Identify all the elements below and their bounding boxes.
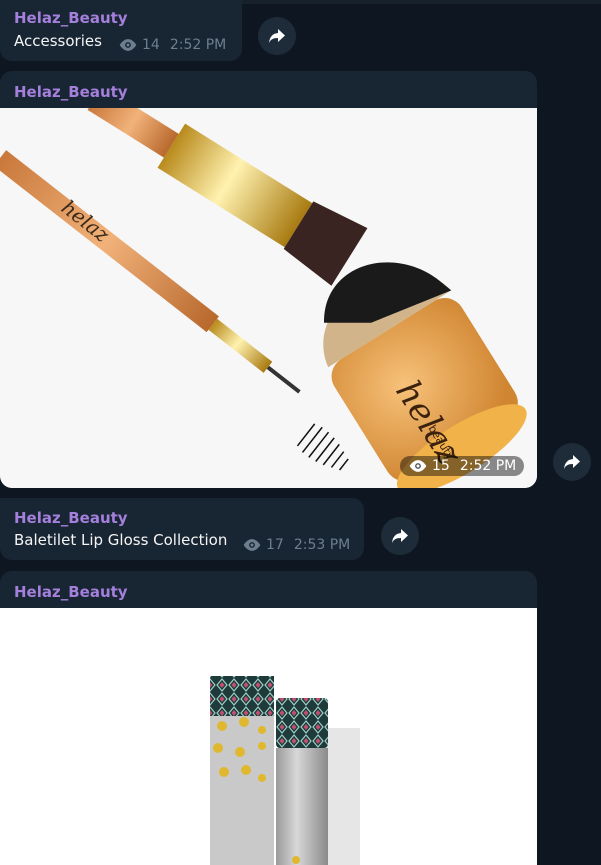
view-count: 17 [266, 537, 284, 553]
message-bubble-lip-gloss[interactable]: Helaz_Beauty Baletilet Lip Gloss Collect… [0, 498, 364, 560]
lip-gloss-image [0, 608, 537, 865]
message-time: 2:52 PM [169, 37, 227, 53]
message-meta: 17 2:53 PM [242, 537, 350, 553]
share-button[interactable] [553, 443, 591, 481]
message-text: Accessories [14, 32, 102, 50]
message-author[interactable]: Helaz_Beauty [14, 9, 128, 27]
message-author[interactable]: Helaz_Beauty [14, 583, 128, 601]
view-count: 15 [432, 458, 450, 474]
photo-meta: 15 2:52 PM [400, 456, 525, 476]
message-time: 2:53 PM [293, 537, 351, 553]
brushes-image: helaz helaz beauty [0, 108, 537, 488]
share-button[interactable] [258, 17, 296, 55]
message-bubble-photo-lipgloss[interactable]: Helaz_Beauty [0, 571, 537, 865]
message-bubble-accessories[interactable]: Helaz_Beauty Accessories 14 2:52 PM [0, 0, 242, 61]
message-author[interactable]: Helaz_Beauty [14, 509, 128, 527]
share-button[interactable] [381, 517, 419, 555]
message-author[interactable]: Helaz_Beauty [14, 83, 128, 101]
view-count: 14 [142, 37, 160, 53]
share-arrow-icon [564, 455, 580, 469]
message-time: 2:52 PM [459, 458, 517, 474]
share-arrow-icon [392, 529, 408, 543]
eye-icon [409, 460, 427, 472]
share-arrow-icon [269, 29, 285, 43]
makeup-brushes-photo[interactable]: helaz helaz beauty 15 2:52 PM [0, 108, 537, 488]
lip-gloss-photo[interactable] [0, 608, 537, 865]
eye-icon [119, 39, 137, 51]
message-text: Baletilet Lip Gloss Collection [14, 531, 228, 549]
message-meta: 14 2:52 PM [118, 37, 226, 53]
message-bubble-photo-brushes[interactable]: Helaz_Beauty helaz helaz beauty 15 2:52 … [0, 71, 537, 488]
eye-icon [243, 539, 261, 551]
